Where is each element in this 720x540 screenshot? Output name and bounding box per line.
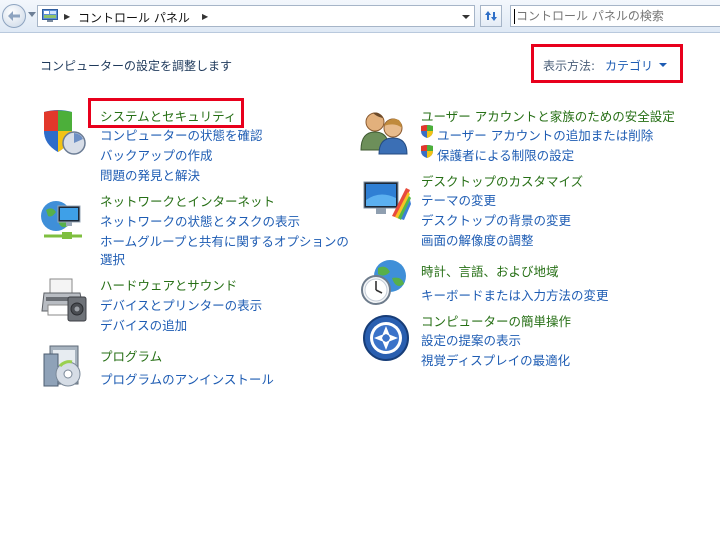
recent-pages-dropdown-icon[interactable] <box>28 12 36 18</box>
uac-shield-icon <box>421 145 433 158</box>
uac-shield-icon <box>421 125 433 138</box>
link-devices-printers[interactable]: デバイスとプリンターの表示 <box>100 295 262 314</box>
link-adjust-resolution[interactable]: 画面の解像度の調整 <box>421 230 534 249</box>
address-bar[interactable]: ▶ コントロール パネル ▶ <box>37 5 475 27</box>
link-change-theme[interactable]: テーマの変更 <box>421 190 496 209</box>
programs-icon <box>43 345 81 387</box>
text-caret <box>514 9 515 24</box>
link-network-status[interactable]: ネットワークの状態とタスクの表示 <box>100 211 300 230</box>
link-uninstall-program[interactable]: プログラムのアンインストール <box>100 369 274 388</box>
control-panel-icon <box>42 9 58 22</box>
back-button[interactable] <box>2 4 26 28</box>
category-title-hardware-sound[interactable]: ハードウェアとサウンド <box>100 275 237 294</box>
category-title-system-security[interactable]: システムとセキュリティ <box>100 106 236 125</box>
link-find-fix-problems[interactable]: 問題の発見と解決 <box>100 165 200 184</box>
search-input[interactable] <box>516 8 716 24</box>
search-box[interactable] <box>510 5 720 27</box>
category-title-user-accounts[interactable]: ユーザー アカウントと家族のための安全設定 <box>421 106 675 125</box>
navigation-bar: ▶ コントロール パネル ▶ <box>0 0 720 33</box>
back-arrow-icon <box>8 11 20 21</box>
refresh-button[interactable] <box>480 5 502 27</box>
breadcrumb-control-panel[interactable]: コントロール パネル <box>78 9 190 26</box>
link-add-remove-user[interactable]: ユーザー アカウントの追加または削除 <box>437 125 653 144</box>
link-change-keyboard-input[interactable]: キーボードまたは入力方法の変更 <box>421 285 609 304</box>
printer-icon <box>41 278 87 322</box>
network-globe-icon <box>41 201 82 239</box>
breadcrumb-separator-icon[interactable]: ▶ <box>202 12 208 21</box>
breadcrumb-separator-icon[interactable]: ▶ <box>64 12 70 21</box>
address-dropdown-icon[interactable] <box>462 15 470 19</box>
link-add-device[interactable]: デバイスの追加 <box>100 315 187 334</box>
category-title-clock-language-region[interactable]: 時計、言語、および地域 <box>421 261 559 280</box>
category-title-programs[interactable]: プログラム <box>100 346 162 365</box>
shield-icon <box>44 110 86 155</box>
link-check-computer-status[interactable]: コンピューターの状態を確認 <box>100 125 263 144</box>
desktop-icon <box>363 181 411 220</box>
category-title-network-internet[interactable]: ネットワークとインターネット <box>100 191 275 210</box>
link-parental-controls[interactable]: 保護者による制限の設定 <box>437 145 574 164</box>
link-optimize-visual-display[interactable]: 視覚ディスプレイの最適化 <box>421 350 570 369</box>
link-change-background[interactable]: デスクトップの背景の変更 <box>421 210 571 229</box>
link-homegroup-options-cont[interactable]: 選択 <box>100 249 125 268</box>
clock-globe-icon <box>361 260 406 305</box>
link-suggest-settings[interactable]: 設定の提案の表示 <box>421 330 521 349</box>
page-heading: コンピューターの設定を調整します <box>40 59 233 73</box>
link-homegroup-options[interactable]: ホームグループと共有に関するオプションの <box>100 231 349 250</box>
category-title-ease-of-access[interactable]: コンピューターの簡単操作 <box>421 311 571 330</box>
refresh-icon <box>485 11 497 21</box>
view-by-label: 表示方法: <box>543 59 596 73</box>
link-create-backup[interactable]: バックアップの作成 <box>100 145 213 164</box>
users-icon <box>360 112 408 155</box>
view-by-chevron-down-icon[interactable] <box>659 63 667 67</box>
view-by-dropdown[interactable]: カテゴリ <box>605 57 653 74</box>
accessibility-icon <box>363 315 409 361</box>
category-title-desktop-customization[interactable]: デスクトップのカスタマイズ <box>421 171 583 190</box>
